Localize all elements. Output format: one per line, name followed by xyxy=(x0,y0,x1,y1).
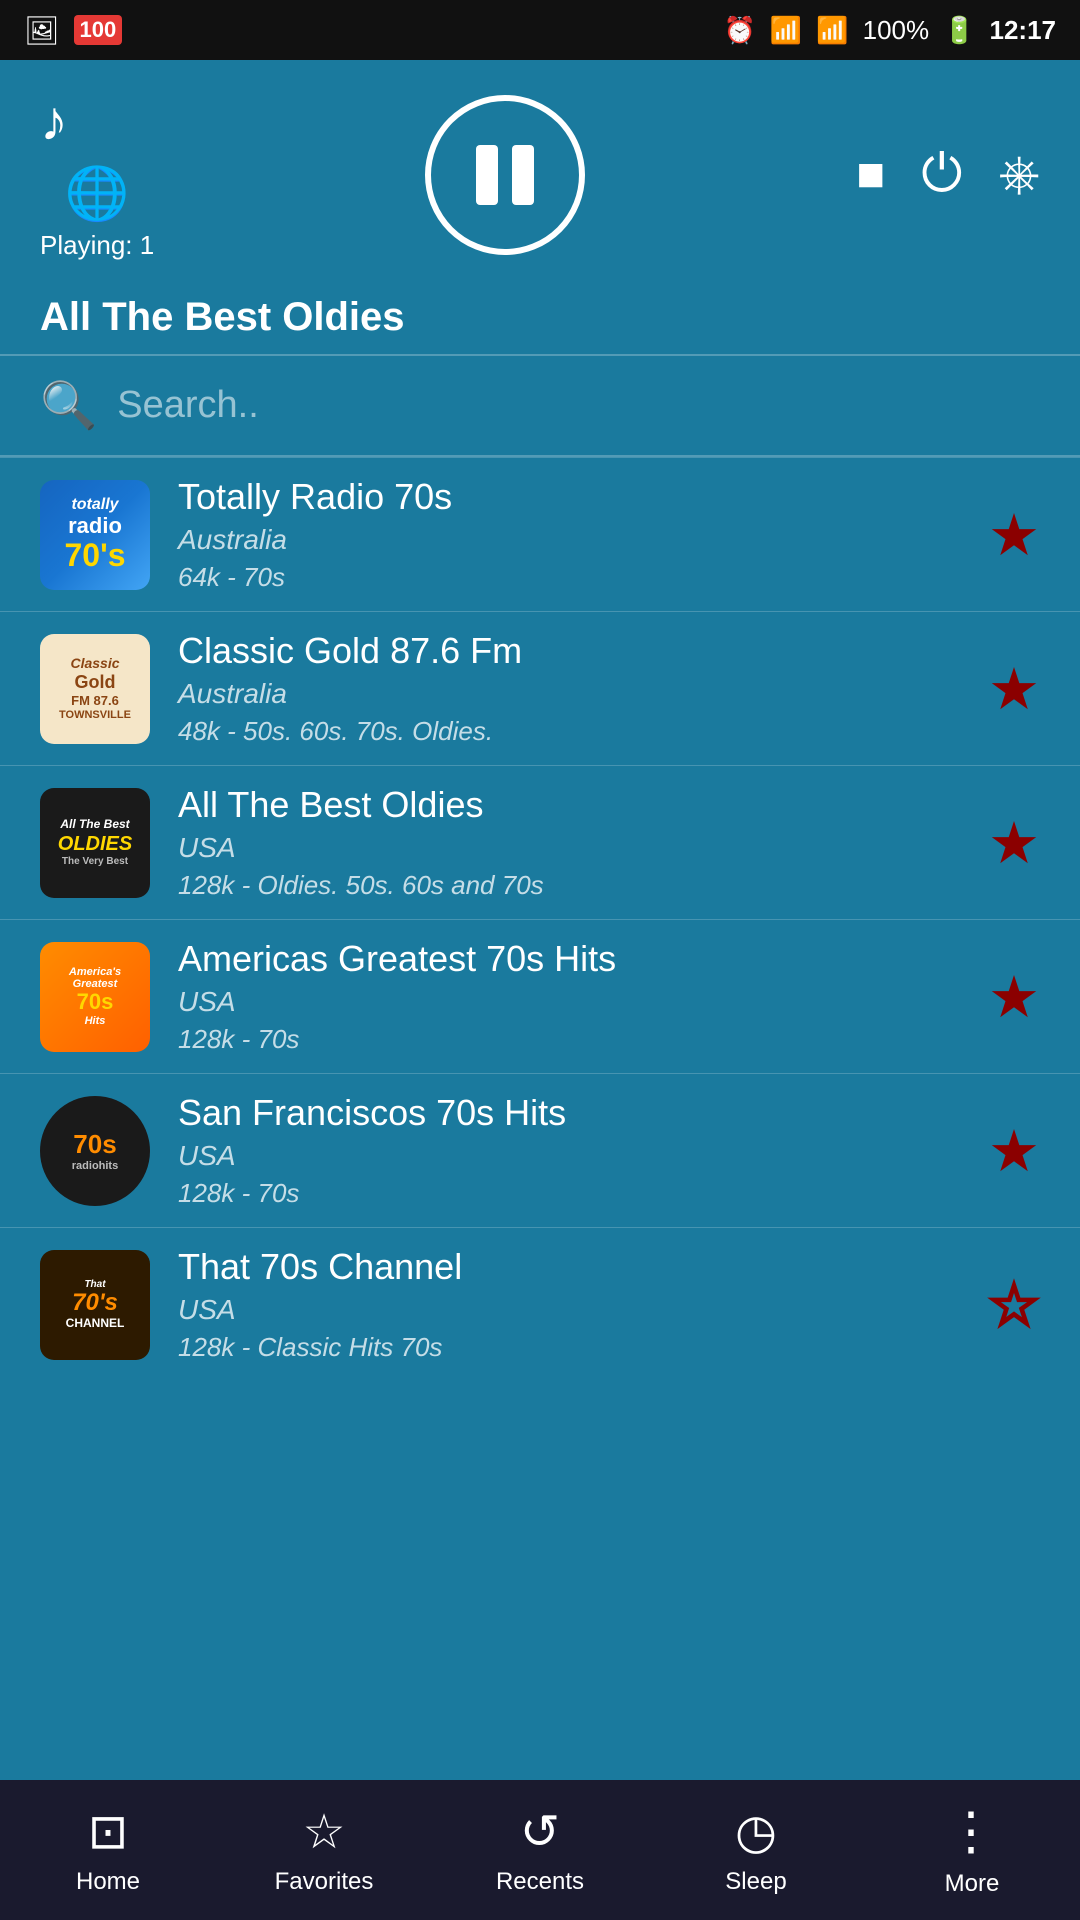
status-bar: 🖼 100 ⏰ 📶 📶 100% 🔋 12:17 xyxy=(0,0,1080,60)
sleep-icon: ◷ xyxy=(735,1804,777,1860)
sleep-label: Sleep xyxy=(725,1868,786,1896)
wifi-icon: 📶 xyxy=(770,15,802,46)
clock: 12:17 xyxy=(990,15,1057,46)
station-logo: That 70's CHANNEL xyxy=(40,1250,150,1360)
now-playing-title-bar: All The Best Oldies xyxy=(0,281,1080,354)
station-logo: America's Greatest 70s Hits xyxy=(40,942,150,1052)
station-item[interactable]: totally radio 70's Totally Radio 70s Aus… xyxy=(0,457,1080,611)
station-item[interactable]: That 70's CHANNEL That 70s Channel USA 1… xyxy=(0,1227,1080,1381)
pause-icon xyxy=(476,145,534,205)
station-details: 48k - 50s. 60s. 70s. Oldies. xyxy=(178,716,968,747)
station-info: Totally Radio 70s Australia 64k - 70s xyxy=(178,476,968,593)
station-name: Totally Radio 70s xyxy=(178,476,968,518)
station-info: Americas Greatest 70s Hits USA 128k - 70… xyxy=(178,938,968,1055)
nav-home[interactable]: ⊡ Home xyxy=(0,1780,216,1920)
nav-sleep[interactable]: ◷ Sleep xyxy=(648,1780,864,1920)
recents-icon: ↺ xyxy=(520,1804,560,1860)
battery-percentage: 100% xyxy=(863,15,930,46)
station-logo: 70s radiohits xyxy=(40,1096,150,1206)
favorite-star[interactable]: ★ xyxy=(988,963,1040,1031)
station-item[interactable]: All The Best OLDIES The Very Best All Th… xyxy=(0,765,1080,919)
station-logo: Classic Gold FM 87.6 TOWNSVILLE xyxy=(40,634,150,744)
station-name: San Franciscos 70s Hits xyxy=(178,1092,968,1134)
player-header: ♪ 🌐 Playing: 1 ■ ⏻ ⎈ xyxy=(0,60,1080,281)
stop-button[interactable]: ■ xyxy=(856,147,885,202)
station-country: Australia xyxy=(178,678,968,710)
station-name: That 70s Channel xyxy=(178,1246,968,1288)
station-logo: totally radio 70's xyxy=(40,480,150,590)
station-item[interactable]: Classic Gold FM 87.6 TOWNSVILLE Classic … xyxy=(0,611,1080,765)
radio-icon: 100 xyxy=(74,15,123,45)
station-info: All The Best Oldies USA 128k - Oldies. 5… xyxy=(178,784,968,901)
home-label: Home xyxy=(76,1868,140,1896)
more-label: More xyxy=(945,1870,1000,1898)
recents-label: Recents xyxy=(496,1868,584,1896)
station-details: 128k - Oldies. 50s. 60s and 70s xyxy=(178,870,968,901)
station-country: USA xyxy=(178,986,968,1018)
bottom-nav: ⊡ Home ☆ Favorites ↺ Recents ◷ Sleep ⋮ M… xyxy=(0,1780,1080,1920)
station-country: USA xyxy=(178,1294,968,1326)
station-country: USA xyxy=(178,832,968,864)
station-details: 128k - 70s xyxy=(178,1024,968,1055)
favorites-icon: ☆ xyxy=(302,1804,345,1860)
station-name: Classic Gold 87.6 Fm xyxy=(178,630,968,672)
globe-icon[interactable]: 🌐 xyxy=(65,163,130,224)
station-info: Classic Gold 87.6 Fm Australia 48k - 50s… xyxy=(178,630,968,747)
station-logo: All The Best OLDIES The Very Best xyxy=(40,788,150,898)
controls-row: ♪ 🌐 Playing: 1 ■ ⏻ ⎈ xyxy=(40,88,1040,261)
favorite-star[interactable]: ★ xyxy=(988,809,1040,877)
station-list: totally radio 70's Totally Radio 70s Aus… xyxy=(0,457,1080,1775)
station-details: 128k - 70s xyxy=(178,1178,968,1209)
status-right: ⏰ 📶 📶 100% 🔋 12:17 xyxy=(724,15,1057,46)
station-item[interactable]: America's Greatest 70s Hits Americas Gre… xyxy=(0,919,1080,1073)
home-icon: ⊡ xyxy=(88,1804,128,1860)
status-left: 🖼 100 xyxy=(24,14,122,47)
favorites-label: Favorites xyxy=(275,1868,374,1896)
alarm-icon: ⏰ xyxy=(724,15,756,46)
favorite-star[interactable]: ★ xyxy=(988,655,1040,723)
station-name: All The Best Oldies xyxy=(178,784,968,826)
signal-icon: 📶 xyxy=(816,15,848,46)
favorite-star[interactable]: ★ xyxy=(988,1117,1040,1185)
station-country: USA xyxy=(178,1140,968,1172)
nav-favorites[interactable]: ☆ Favorites xyxy=(216,1780,432,1920)
search-bar: 🔍 xyxy=(0,356,1080,455)
station-country: Australia xyxy=(178,524,968,556)
nav-recents[interactable]: ↺ Recents xyxy=(432,1780,648,1920)
more-icon: ⋮ xyxy=(945,1802,999,1862)
globe-group: 🌐 Playing: 1 xyxy=(40,163,154,261)
station-info: San Franciscos 70s Hits USA 128k - 70s xyxy=(178,1092,968,1209)
now-playing-text: All The Best Oldies xyxy=(40,295,1040,340)
station-details: 64k - 70s xyxy=(178,562,968,593)
power-button[interactable]: ⏻ xyxy=(921,144,962,205)
playing-label: Playing: 1 xyxy=(40,230,154,261)
station-item[interactable]: 70s radiohits San Franciscos 70s Hits US… xyxy=(0,1073,1080,1227)
station-info: That 70s Channel USA 128k - Classic Hits… xyxy=(178,1246,968,1363)
battery-icon: 🔋 xyxy=(943,15,975,46)
search-icon: 🔍 xyxy=(40,378,97,433)
music-icon[interactable]: ♪ xyxy=(40,88,68,153)
controls-right: ■ ⏻ ⎈ xyxy=(856,144,1040,205)
share-button[interactable]: ⎈ xyxy=(998,144,1040,205)
search-input[interactable] xyxy=(117,384,1040,427)
favorite-star[interactable]: ★ xyxy=(988,501,1040,569)
station-name: Americas Greatest 70s Hits xyxy=(178,938,968,980)
pause-button[interactable] xyxy=(425,95,585,255)
nav-more[interactable]: ⋮ More xyxy=(864,1780,1080,1920)
favorite-star[interactable]: ☆ xyxy=(988,1271,1040,1339)
photo-icon: 🖼 xyxy=(24,14,60,47)
station-details: 128k - Classic Hits 70s xyxy=(178,1332,968,1363)
